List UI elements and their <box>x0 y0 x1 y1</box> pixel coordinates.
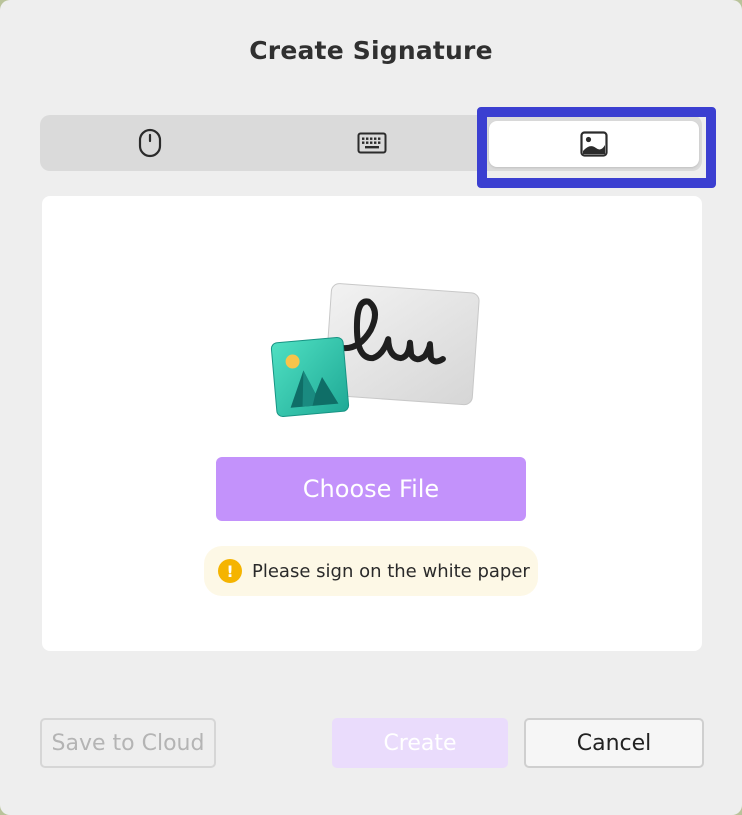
hint-text: Please sign on the white paper <box>252 560 530 582</box>
warning-icon: ! <box>218 559 242 583</box>
signature-mode-tabs <box>40 115 702 171</box>
cancel-button[interactable]: Cancel <box>524 718 704 768</box>
tab-type[interactable] <box>262 115 482 171</box>
image-icon <box>580 131 608 157</box>
create-button[interactable]: Create <box>332 718 508 768</box>
mouse-icon <box>138 128 162 158</box>
save-to-cloud-button[interactable]: Save to Cloud <box>40 718 216 768</box>
upload-panel: Choose File ! Please sign on the white p… <box>42 196 702 651</box>
choose-file-button[interactable]: Choose File <box>216 457 526 521</box>
signature-image-illustration <box>270 283 480 417</box>
tab-image[interactable] <box>489 121 699 167</box>
create-signature-dialog: Create Signature Choose File ! Please si… <box>0 0 742 815</box>
keyboard-icon <box>357 132 387 154</box>
hint-banner: ! Please sign on the white paper <box>204 546 538 596</box>
dialog-title: Create Signature <box>249 36 493 65</box>
tab-draw[interactable] <box>40 115 260 171</box>
